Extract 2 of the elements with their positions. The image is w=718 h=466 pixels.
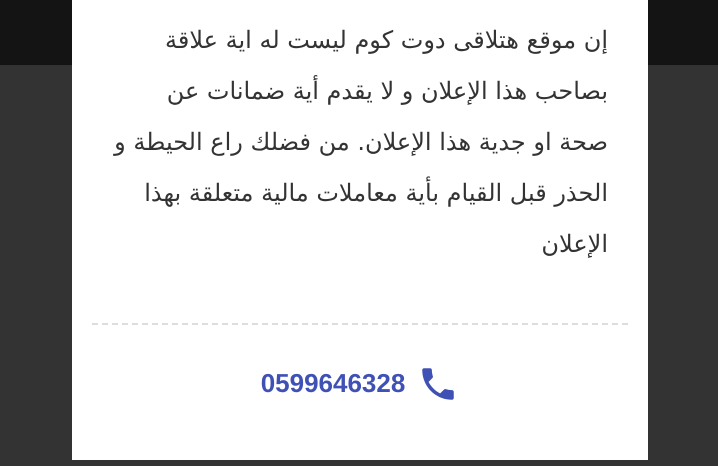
phone-link[interactable]: 0599646328 bbox=[260, 364, 406, 403]
disclaimer-text: إن موقع هتلاقى دوت كوم ليست له اية علاقة بصاحب هذا الإعلان و لا يقدم أية ضمانات عن صحة او جدية هذا الإعلان. من فضلك راع الحيطة و الحذر قبل القيام بأية معاملات مالية متعلقة بهذا الإعلان bbox=[112, 25, 608, 260]
